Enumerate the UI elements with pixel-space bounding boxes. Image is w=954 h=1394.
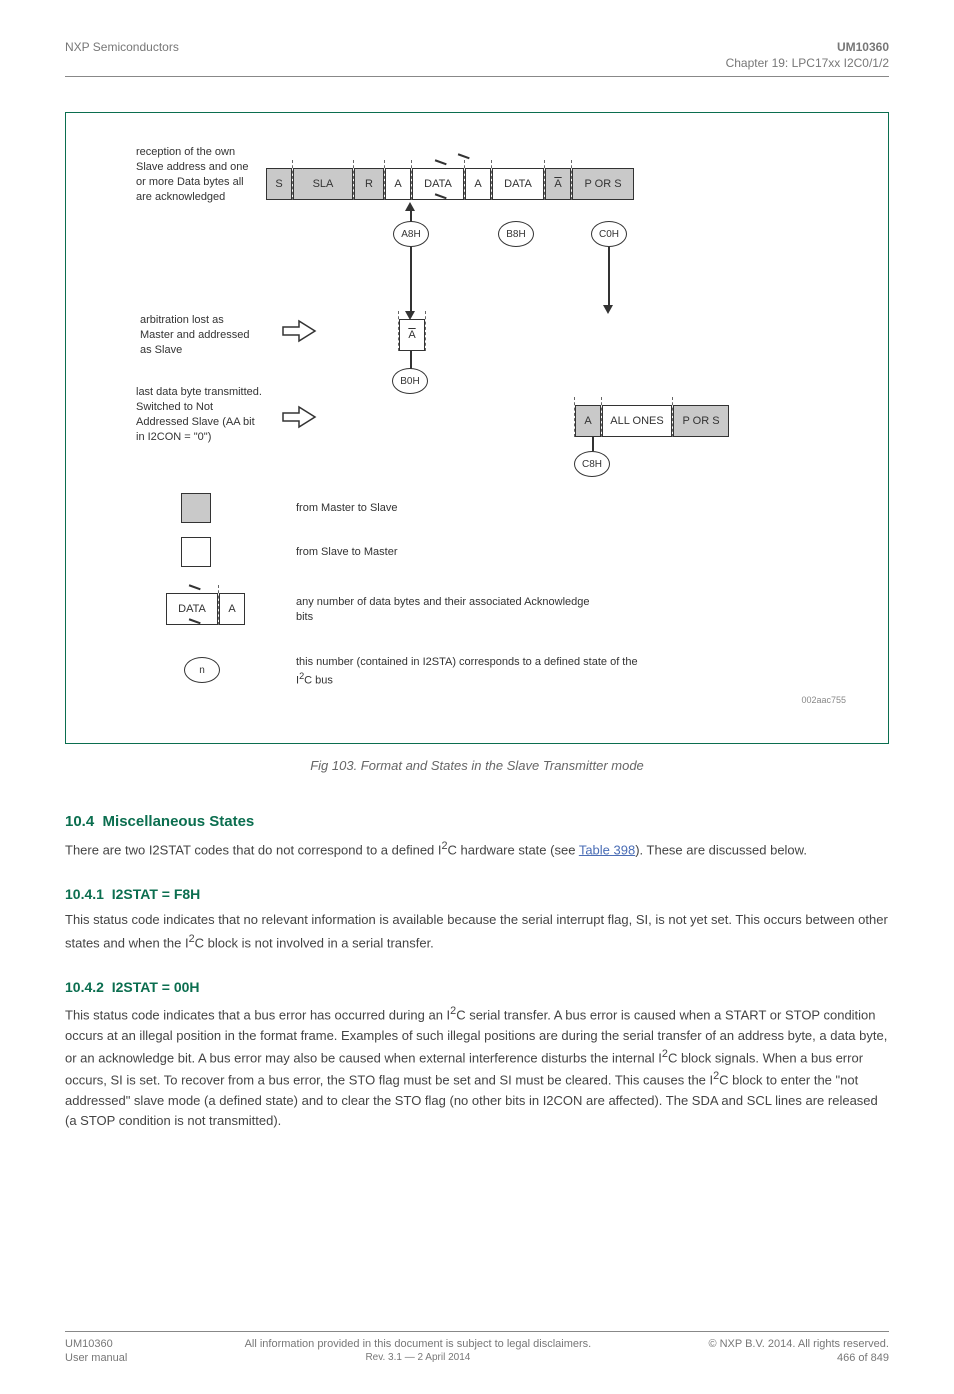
- cell-data2: DATA: [492, 168, 544, 200]
- page-footer: UM10360 User manual All information prov…: [65, 1331, 889, 1364]
- cell-abar-label: A: [554, 178, 561, 190]
- legend-n: n: [184, 657, 220, 683]
- slash-icon: [185, 584, 200, 599]
- legend-data-row: DATA A: [166, 593, 245, 625]
- cell-a2: A: [465, 168, 491, 200]
- row2-label: arbitration lost as Master and addressed…: [140, 313, 260, 358]
- sub2-num: 10.4.2: [65, 979, 104, 995]
- legend-grey-box: [181, 493, 211, 523]
- big-arrow-icon: [281, 405, 317, 429]
- seq-row-3: A ALL ONES P OR S: [574, 405, 729, 437]
- arrow-line: [592, 437, 594, 451]
- para2b: C block is not involved in a serial tran…: [195, 935, 434, 950]
- diagram: reception of the own Slave address and o…: [96, 133, 858, 713]
- cell-r: R: [354, 168, 384, 200]
- legend-s2m: from Slave to Master: [296, 545, 397, 560]
- legend-m2s: from Master to Slave: [296, 501, 397, 516]
- section-title-text: Miscellaneous States: [103, 813, 255, 830]
- cell-pors: P OR S: [572, 168, 634, 200]
- seq-row-2: A: [398, 319, 426, 351]
- row3-label: last data byte transmitted. Switched to …: [136, 385, 266, 444]
- page-header: NXP Semiconductors UM10360 Chapter 19: L…: [65, 40, 889, 77]
- cell-abar2-label: A: [408, 329, 415, 341]
- slash-icon: [454, 153, 469, 168]
- state-c0h: C0H: [591, 221, 627, 247]
- para-10-4: There are two I2STAT codes that do not c…: [65, 838, 889, 860]
- para1c: ). These are discussed below.: [635, 842, 807, 857]
- section-10-4-1-title: 10.4.1 I2STAT = F8H: [65, 886, 889, 902]
- arrow-line: [410, 247, 412, 313]
- sub2-title: I2STAT = 00H: [112, 979, 200, 995]
- state-a8h: A8H: [393, 221, 429, 247]
- sub-num: 10.4.1: [65, 886, 104, 902]
- legend-data-ack: any number of data bytes and their assoc…: [296, 595, 596, 625]
- figure-box: reception of the own Slave address and o…: [65, 112, 889, 744]
- para3a: This status code indicates that a bus er…: [65, 1007, 450, 1022]
- sub-title: I2STAT = F8H: [112, 886, 201, 902]
- legend-data-label: DATA: [178, 603, 206, 615]
- section-10-4-title: 10.4 Miscellaneous States: [65, 813, 889, 830]
- legend-state-desc-b: C bus: [304, 675, 333, 687]
- state-b8h: B8H: [498, 221, 534, 247]
- para-10-4-2: This status code indicates that a bus er…: [65, 1003, 889, 1131]
- footer-rev: Rev. 3.1 — 2 April 2014: [245, 1352, 592, 1363]
- cell-s: S: [266, 168, 292, 200]
- cell-abar-2: A: [399, 319, 425, 351]
- footer-copyright: © NXP B.V. 2014. All rights reserved.: [708, 1338, 889, 1350]
- legend-state-desc-a: this number (contained in I2STA) corresp…: [296, 656, 638, 687]
- seq-row-1: S SLA R A DATA A DATA: [266, 168, 634, 200]
- figure-id: 002aac755: [801, 695, 846, 705]
- legend-state-desc: this number (contained in I2STA) corresp…: [296, 655, 656, 688]
- row1-label: reception of the own Slave address and o…: [136, 145, 256, 204]
- big-arrow-icon: [281, 319, 317, 343]
- slash-icon: [431, 159, 446, 174]
- figure-caption: Fig 103. Format and States in the Slave …: [65, 758, 889, 773]
- state-b0h: B0H: [392, 368, 428, 394]
- para1b: C hardware state (see: [448, 842, 579, 857]
- cell-allones: ALL ONES: [602, 405, 672, 437]
- legend-a-cell: A: [219, 593, 245, 625]
- header-chapter: Chapter 19: LPC17xx I2C0/1/2: [559, 56, 889, 70]
- cell-data: DATA: [412, 168, 464, 200]
- state-c8h: C8H: [574, 451, 610, 477]
- legend-white-box: [181, 537, 211, 567]
- para1a: There are two I2STAT codes that do not c…: [65, 842, 442, 857]
- arrow-line: [608, 247, 610, 307]
- arrow-line: [410, 351, 412, 369]
- footer-disclaimer: All information provided in this documen…: [245, 1338, 592, 1350]
- footer-page: 466 of 849: [708, 1352, 889, 1364]
- arrow-head-down-icon: [603, 305, 613, 314]
- section-10-4-2-title: 10.4.2 I2STAT = 00H: [65, 979, 889, 995]
- cell-abar: A: [545, 168, 571, 200]
- cell-a: A: [385, 168, 411, 200]
- slash-icon: [185, 618, 200, 633]
- footer-user-manual: User manual: [65, 1352, 127, 1364]
- cell-data-label: DATA: [424, 178, 452, 190]
- cell-sla: SLA: [293, 168, 353, 200]
- header-doc-id: UM10360: [559, 40, 889, 54]
- section-number: 10.4: [65, 813, 94, 830]
- legend-data-cell: DATA: [166, 593, 218, 625]
- cell-pors2: P OR S: [673, 405, 729, 437]
- cell-a3: A: [575, 405, 601, 437]
- sep: [425, 311, 426, 351]
- para-10-4-1: This status code indicates that no relev…: [65, 910, 889, 953]
- header-company: NXP Semiconductors: [65, 40, 312, 70]
- footer-docid: UM10360: [65, 1338, 127, 1350]
- slash-icon: [431, 193, 446, 208]
- table-398-link[interactable]: Table 398: [579, 842, 635, 857]
- arrow-line: [410, 210, 412, 222]
